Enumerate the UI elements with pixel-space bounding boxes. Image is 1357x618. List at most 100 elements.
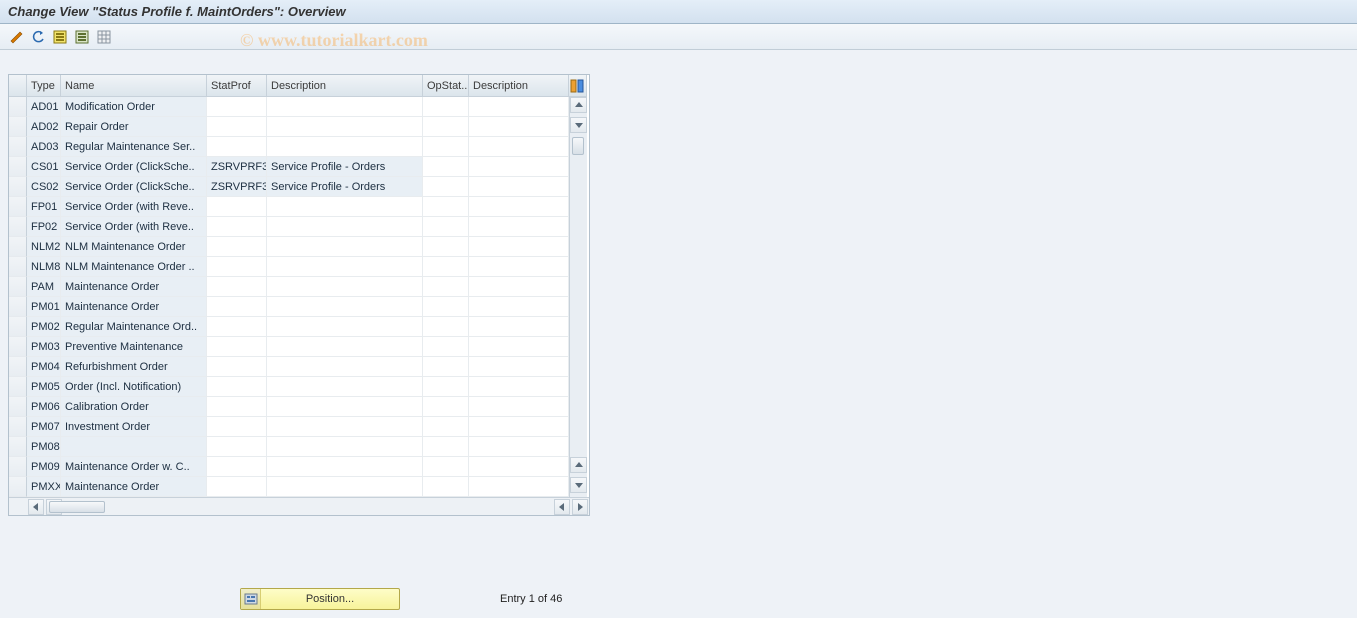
cell-description[interactable] — [267, 477, 423, 497]
cell-statprof[interactable] — [207, 237, 267, 257]
vertical-scrollbar[interactable] — [569, 337, 587, 357]
cell-description2[interactable] — [469, 457, 569, 477]
column-header[interactable]: StatProf — [207, 75, 267, 97]
cell-opstat[interactable] — [423, 117, 469, 137]
cell-description[interactable] — [267, 377, 423, 397]
scroll-down-icon[interactable] — [570, 477, 587, 493]
cell-description2[interactable] — [469, 397, 569, 417]
vertical-scrollbar[interactable] — [569, 257, 587, 277]
cell-statprof[interactable]: ZSRVPRF3 — [207, 157, 267, 177]
row-selector[interactable] — [9, 97, 27, 117]
cell-statprof[interactable] — [207, 217, 267, 237]
row-selector[interactable] — [9, 157, 27, 177]
vertical-scrollbar[interactable] — [569, 97, 587, 117]
vertical-scrollbar[interactable] — [569, 317, 587, 337]
cell-statprof[interactable] — [207, 317, 267, 337]
row-selector[interactable] — [9, 197, 27, 217]
table-settings-icon[interactable] — [96, 29, 112, 45]
cell-description2[interactable] — [469, 137, 569, 157]
cell-description2[interactable] — [469, 337, 569, 357]
cell-opstat[interactable] — [423, 377, 469, 397]
row-selector[interactable] — [9, 377, 27, 397]
cell-opstat[interactable] — [423, 417, 469, 437]
column-header[interactable] — [9, 75, 27, 97]
cell-description2[interactable] — [469, 217, 569, 237]
cell-description[interactable]: Service Profile - Orders — [267, 157, 423, 177]
column-header[interactable]: Name — [61, 75, 207, 97]
row-selector[interactable] — [9, 477, 27, 497]
scroll-right-end-icon[interactable] — [572, 499, 588, 515]
cell-description2[interactable] — [469, 117, 569, 137]
cell-description[interactable]: Service Profile - Orders — [267, 177, 423, 197]
cell-opstat[interactable] — [423, 237, 469, 257]
vertical-scroll-thumb[interactable] — [572, 137, 584, 155]
cell-opstat[interactable] — [423, 437, 469, 457]
vertical-scrollbar[interactable] — [569, 157, 587, 177]
vertical-scrollbar[interactable] — [569, 177, 587, 197]
position-button[interactable]: Position... — [240, 588, 400, 610]
cell-statprof[interactable] — [207, 417, 267, 437]
vertical-scrollbar[interactable] — [569, 357, 587, 377]
vertical-scrollbar[interactable] — [569, 217, 587, 237]
vertical-scrollbar[interactable] — [569, 377, 587, 397]
horizontal-scrollbar[interactable] — [9, 497, 589, 515]
cell-statprof[interactable]: ZSRVPRF3 — [207, 177, 267, 197]
cell-statprof[interactable] — [207, 397, 267, 417]
row-selector[interactable] — [9, 257, 27, 277]
scroll-up-icon[interactable] — [570, 97, 587, 113]
cell-statprof[interactable] — [207, 137, 267, 157]
deselect-all-icon[interactable] — [74, 29, 90, 45]
cell-description2[interactable] — [469, 237, 569, 257]
cell-opstat[interactable] — [423, 317, 469, 337]
row-selector[interactable] — [9, 337, 27, 357]
cell-description[interactable] — [267, 137, 423, 157]
cell-opstat[interactable] — [423, 357, 469, 377]
vertical-scrollbar[interactable] — [569, 237, 587, 257]
cell-opstat[interactable] — [423, 297, 469, 317]
vertical-scrollbar[interactable] — [569, 397, 587, 417]
cell-opstat[interactable] — [423, 337, 469, 357]
vertical-scrollbar[interactable] — [569, 437, 587, 457]
cell-description2[interactable] — [469, 157, 569, 177]
row-selector[interactable] — [9, 357, 27, 377]
cell-description2[interactable] — [469, 477, 569, 497]
cell-description[interactable] — [267, 297, 423, 317]
vertical-scrollbar[interactable] — [569, 477, 587, 497]
cell-opstat[interactable] — [423, 277, 469, 297]
row-selector[interactable] — [9, 237, 27, 257]
row-selector[interactable] — [9, 177, 27, 197]
vertical-scrollbar[interactable] — [569, 117, 587, 137]
cell-statprof[interactable] — [207, 277, 267, 297]
cell-statprof[interactable] — [207, 97, 267, 117]
cell-description[interactable] — [267, 317, 423, 337]
cell-description[interactable] — [267, 397, 423, 417]
row-selector[interactable] — [9, 277, 27, 297]
cell-description[interactable] — [267, 277, 423, 297]
row-selector[interactable] — [9, 137, 27, 157]
toggle-display-change-icon[interactable] — [8, 29, 24, 45]
cell-description2[interactable] — [469, 97, 569, 117]
column-header[interactable]: Description — [267, 75, 423, 97]
cell-opstat[interactable] — [423, 97, 469, 117]
scroll-down-step-icon[interactable] — [570, 117, 587, 133]
cell-description[interactable] — [267, 337, 423, 357]
cell-opstat[interactable] — [423, 197, 469, 217]
vertical-scrollbar[interactable] — [569, 277, 587, 297]
column-header[interactable]: Description — [469, 75, 569, 97]
scroll-up-step-icon[interactable] — [570, 457, 587, 473]
vertical-scrollbar[interactable] — [569, 137, 587, 157]
cell-description[interactable] — [267, 357, 423, 377]
cell-description2[interactable] — [469, 177, 569, 197]
vertical-scrollbar[interactable] — [569, 457, 587, 477]
column-header[interactable]: Type — [27, 75, 61, 97]
cell-opstat[interactable] — [423, 457, 469, 477]
scroll-left-icon[interactable] — [28, 499, 44, 515]
column-header[interactable]: OpStat... — [423, 75, 469, 97]
cell-description2[interactable] — [469, 297, 569, 317]
cell-opstat[interactable] — [423, 477, 469, 497]
row-selector[interactable] — [9, 397, 27, 417]
cell-description2[interactable] — [469, 437, 569, 457]
row-selector[interactable] — [9, 457, 27, 477]
vertical-scrollbar[interactable] — [569, 417, 587, 437]
row-selector[interactable] — [9, 117, 27, 137]
